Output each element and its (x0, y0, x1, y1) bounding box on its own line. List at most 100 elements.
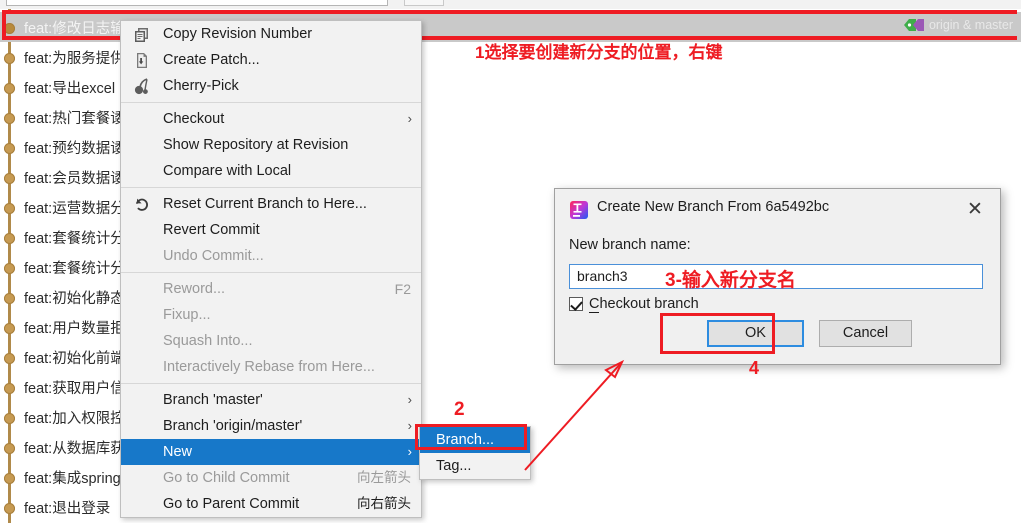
commit-dot-icon (4, 23, 15, 34)
menu-item-label: Go to Child Commit (163, 470, 290, 486)
cherry-pick-icon (132, 77, 151, 96)
menu-item-label: Revert Commit (163, 222, 260, 238)
commit-dot-icon (4, 143, 15, 154)
menu-separator (121, 383, 421, 384)
menu-item-label: Reword... (163, 281, 226, 297)
commit-subject: feat:导出excel (24, 81, 116, 97)
commit-dot-icon (4, 383, 15, 394)
checkbox-mnemonic: C (589, 296, 600, 313)
commit-dot-icon (4, 353, 15, 364)
menu-item-fixup: Fixup... (121, 302, 421, 328)
commit-subject: feat:加入权限控 (24, 411, 125, 427)
commit-dot-icon (4, 233, 15, 244)
chevron-right-icon: › (407, 444, 412, 459)
dialog-title: Create New Branch From 6a5492bc (597, 199, 830, 215)
commit-subject: feat:初始化前端 (24, 351, 125, 367)
submenu-item-label: Branch... (436, 432, 495, 448)
commit-dot-icon (4, 53, 15, 64)
menu-item-go-to-child-commit: Go to Child Commit 向左箭头 (121, 465, 421, 491)
menu-item-label: Interactively Rebase from Here... (163, 359, 375, 375)
menu-item-go-to-parent-commit[interactable]: Go to Parent Commit 向右箭头 (121, 491, 421, 517)
menu-item-new[interactable]: New › (121, 439, 421, 465)
menu-item-checkout[interactable]: Checkout › (121, 106, 421, 132)
toolbar-strip (0, 0, 1021, 9)
branch-name-value: branch3 (577, 268, 628, 284)
annotation-step-4: 4 (749, 358, 760, 378)
menu-item-reset-current-branch-to-here[interactable]: Reset Current Branch to Here... (121, 191, 421, 217)
commit-dot-icon (4, 83, 15, 94)
menu-separator (121, 102, 421, 103)
commit-subject: feat:获取用户信 (24, 381, 125, 397)
menu-item-label: Go to Parent Commit (163, 496, 300, 512)
menu-item-shortcut: 向右箭头 (357, 496, 411, 511)
commit-subject: feat:用户数量拒 (24, 321, 125, 337)
commit-dot-icon (4, 203, 15, 214)
commit-refs: origin & master (903, 18, 1013, 32)
toolbar-button[interactable] (404, 0, 444, 6)
menu-item-show-repository-at-revision[interactable]: Show Repository at Revision (121, 132, 421, 158)
menu-item-revert-commit[interactable]: Revert Commit (121, 217, 421, 243)
commit-subject: feat:会员数据诿 (24, 171, 125, 187)
menu-item-shortcut: 向左箭头 (357, 470, 411, 485)
copy-icon (132, 25, 151, 44)
commit-subject: feat:为服务提供 (24, 51, 125, 67)
commit-subject: feat:退出登录 (24, 501, 111, 517)
annotation-step-3: 3-输入新分支名 (665, 270, 796, 291)
reset-icon (132, 195, 151, 214)
menu-item-label: New (163, 444, 193, 460)
checkout-branch-label: Checkout branch (589, 296, 699, 313)
commit-context-menu[interactable]: Copy Revision Number Create Patch... Cherr… (120, 20, 422, 518)
commit-dot-icon (4, 413, 15, 424)
checkbox-checked-icon (569, 297, 583, 311)
commit-subject: feat:套餐统计分 (24, 261, 125, 277)
checkbox-label-rest: heckout branch (599, 296, 699, 312)
new-submenu[interactable]: Branch... Tag... (419, 426, 531, 480)
menu-item-branch-origin-master[interactable]: Branch 'origin/master' › (121, 413, 421, 439)
close-icon[interactable]: ✕ (962, 197, 988, 221)
menu-item-compare-with-local[interactable]: Compare with Local (121, 158, 421, 184)
menu-item-undo-commit: Undo Commit... (121, 243, 421, 269)
menu-item-create-patch[interactable]: Create Patch... (121, 47, 421, 73)
commit-dot-icon (4, 503, 15, 514)
menu-item-label: Branch 'master' (163, 392, 263, 408)
cancel-button[interactable]: Cancel (819, 320, 912, 347)
search-input[interactable] (6, 0, 388, 6)
submenu-item-tag[interactable]: Tag... (420, 453, 530, 479)
menu-item-interactively-rebase-from-here: Interactively Rebase from Here... (121, 354, 421, 380)
menu-separator (121, 272, 421, 273)
commit-subject: feat:从数据库获 (24, 441, 125, 457)
menu-item-shortcut: F2 (394, 281, 411, 297)
menu-item-label: Fixup... (163, 307, 211, 323)
menu-item-branch-master[interactable]: Branch 'master' › (121, 387, 421, 413)
menu-item-cherry-pick[interactable]: Cherry-Pick (121, 73, 421, 99)
commit-dot-icon (4, 473, 15, 484)
menu-item-reword: Reword... F2 (121, 276, 421, 302)
chevron-right-icon: › (407, 418, 412, 433)
commit-dot-icon (4, 443, 15, 454)
menu-item-label: Copy Revision Number (163, 26, 313, 42)
chevron-right-icon: › (407, 111, 412, 126)
patch-icon (132, 51, 151, 70)
annotation-step-1: 1选择要创建新分支的位置，右键 (475, 43, 723, 62)
commit-subject: feat:集成spring (24, 471, 121, 487)
menu-item-label: Checkout (163, 111, 225, 127)
ok-button[interactable]: OK (707, 320, 804, 347)
checkout-branch-checkbox[interactable]: Checkout branch (569, 296, 699, 313)
commit-dot-icon (4, 113, 15, 124)
menu-item-label: Cherry-Pick (163, 78, 239, 94)
menu-item-copy-revision-number[interactable]: Copy Revision Number (121, 21, 421, 47)
intellij-idea-icon (569, 200, 589, 220)
menu-separator (121, 187, 421, 188)
submenu-item-branch[interactable]: Branch... (420, 427, 530, 453)
chevron-right-icon: › (407, 392, 412, 407)
commit-subject: feat:套餐统计分 (24, 231, 125, 247)
menu-item-squash-into: Squash Into... (121, 328, 421, 354)
commit-subject: feat:预约数据诿 (24, 141, 125, 157)
menu-item-label: Show Repository at Revision (163, 137, 349, 153)
commit-subject: feat:运营数据分 (24, 201, 125, 217)
menu-item-label: Branch 'origin/master' (163, 418, 303, 434)
menu-item-label: Reset Current Branch to Here... (163, 196, 367, 212)
annotation-step-2: 2 (454, 399, 465, 420)
menu-item-label: Squash Into... (163, 333, 253, 349)
menu-item-label: Create Patch... (163, 52, 260, 68)
